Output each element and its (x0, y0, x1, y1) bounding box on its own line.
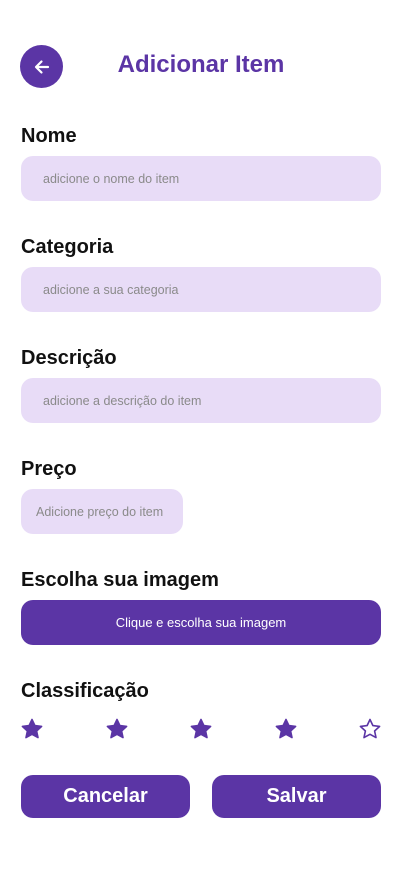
description-input[interactable] (21, 378, 381, 423)
star-filled-icon[interactable] (106, 718, 128, 740)
star-outline-icon[interactable] (359, 718, 381, 740)
name-input[interactable] (21, 156, 381, 201)
category-input[interactable] (21, 267, 381, 312)
price-label: Preço (21, 458, 77, 480)
rating-label: Classificação (21, 680, 149, 702)
description-label: Descrição (21, 347, 117, 369)
cancel-button[interactable]: Cancelar (21, 775, 190, 818)
image-label: Escolha sua imagem (21, 569, 219, 591)
category-label: Categoria (21, 236, 114, 258)
page-title: Adicionar Item (117, 51, 285, 78)
save-button[interactable]: Salvar (212, 775, 381, 818)
star-rating[interactable] (21, 718, 381, 742)
choose-image-button[interactable]: Clique e escolha sua imagem (21, 600, 381, 645)
star-filled-icon[interactable] (21, 718, 43, 740)
star-filled-icon[interactable] (190, 718, 212, 740)
price-input[interactable] (21, 489, 183, 534)
star-filled-icon[interactable] (275, 718, 297, 740)
name-label: Nome (21, 125, 77, 147)
